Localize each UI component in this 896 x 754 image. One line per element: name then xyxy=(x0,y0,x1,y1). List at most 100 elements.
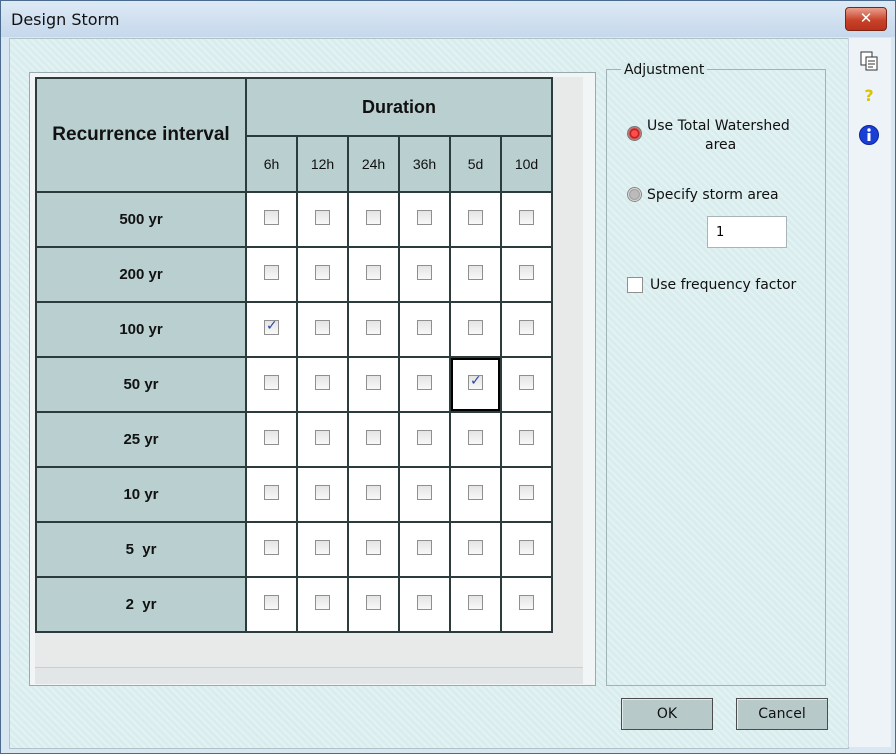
grid-checkbox[interactable] xyxy=(366,375,381,390)
grid-cell[interactable] xyxy=(500,521,553,578)
grid-checkbox[interactable] xyxy=(366,540,381,555)
info-icon[interactable] xyxy=(857,124,881,148)
grid-cell[interactable] xyxy=(500,466,553,523)
grid-checkbox[interactable] xyxy=(366,210,381,225)
grid-checkbox[interactable] xyxy=(468,210,483,225)
grid-checkbox[interactable] xyxy=(315,485,330,500)
grid-cell[interactable] xyxy=(398,356,451,413)
use-frequency-factor-checkbox[interactable] xyxy=(627,277,643,293)
grid-cell[interactable] xyxy=(398,521,451,578)
grid-cell[interactable] xyxy=(296,466,349,523)
grid-checkbox[interactable] xyxy=(264,485,279,500)
use-total-watershed-label-line1[interactable]: Use Total Watershed xyxy=(647,118,790,134)
grid-cell[interactable]: ✓ xyxy=(245,301,298,358)
grid-cell[interactable] xyxy=(398,191,451,248)
grid-checkbox[interactable] xyxy=(519,540,534,555)
grid-checkbox[interactable] xyxy=(417,595,432,610)
grid-checkbox[interactable] xyxy=(315,320,330,335)
use-total-watershed-radio[interactable] xyxy=(627,126,642,141)
grid-cell[interactable] xyxy=(245,411,298,468)
grid-checkbox[interactable] xyxy=(264,595,279,610)
grid-cell[interactable] xyxy=(449,191,502,248)
grid-cell[interactable] xyxy=(296,521,349,578)
grid-checkbox[interactable] xyxy=(315,210,330,225)
grid-cell[interactable] xyxy=(449,576,502,633)
grid-checkbox[interactable] xyxy=(519,320,534,335)
grid-cell[interactable] xyxy=(449,411,502,468)
grid-cell[interactable] xyxy=(347,411,400,468)
grid-checkbox[interactable] xyxy=(315,595,330,610)
grid-cell[interactable] xyxy=(296,301,349,358)
storm-area-input[interactable]: 1 xyxy=(707,216,787,248)
grid-checkbox[interactable] xyxy=(264,375,279,390)
help-icon[interactable]: ? xyxy=(857,84,881,108)
grid-checkbox[interactable] xyxy=(519,210,534,225)
copy-icon[interactable] xyxy=(857,50,881,74)
grid-checkbox[interactable] xyxy=(468,430,483,445)
use-total-watershed-label-line2[interactable]: area xyxy=(705,137,736,153)
grid-checkbox[interactable] xyxy=(417,320,432,335)
grid-checkbox[interactable] xyxy=(417,375,432,390)
grid-checkbox[interactable] xyxy=(519,265,534,280)
grid-checkbox[interactable] xyxy=(468,320,483,335)
grid-checkbox[interactable] xyxy=(315,375,330,390)
grid-checkbox[interactable] xyxy=(366,265,381,280)
grid-cell[interactable] xyxy=(296,356,349,413)
grid-cell[interactable] xyxy=(500,246,553,303)
grid-cell[interactable] xyxy=(500,576,553,633)
grid-cell[interactable] xyxy=(296,576,349,633)
grid-cell[interactable] xyxy=(347,246,400,303)
close-button[interactable]: ✕ xyxy=(845,7,887,31)
grid-cell[interactable] xyxy=(296,411,349,468)
grid-checkbox[interactable] xyxy=(417,485,432,500)
grid-checkbox[interactable] xyxy=(519,375,534,390)
grid-cell[interactable] xyxy=(347,191,400,248)
grid-checkbox[interactable] xyxy=(366,595,381,610)
grid-checkbox[interactable] xyxy=(315,540,330,555)
grid-checkbox[interactable] xyxy=(264,540,279,555)
grid-cell[interactable] xyxy=(500,191,553,248)
grid-cell[interactable] xyxy=(449,466,502,523)
grid-cell[interactable] xyxy=(296,191,349,248)
grid-cell[interactable] xyxy=(398,466,451,523)
grid-cell[interactable] xyxy=(245,191,298,248)
specify-storm-area-label[interactable]: Specify storm area xyxy=(647,187,779,203)
grid-checkbox[interactable] xyxy=(468,265,483,280)
grid-cell[interactable] xyxy=(245,521,298,578)
grid-cell[interactable] xyxy=(347,466,400,523)
grid-checkbox[interactable] xyxy=(366,430,381,445)
grid-cell[interactable] xyxy=(398,301,451,358)
grid-cell[interactable] xyxy=(449,246,502,303)
grid-checkbox[interactable] xyxy=(519,430,534,445)
grid-checkbox[interactable] xyxy=(468,485,483,500)
grid-cell[interactable] xyxy=(245,246,298,303)
grid-cell[interactable]: ✓ xyxy=(449,356,502,413)
grid-cell[interactable] xyxy=(398,411,451,468)
grid-checkbox[interactable] xyxy=(417,210,432,225)
grid-checkbox[interactable] xyxy=(315,265,330,280)
grid-cell[interactable] xyxy=(449,301,502,358)
grid-checkbox[interactable] xyxy=(264,265,279,280)
grid-cell[interactable] xyxy=(245,466,298,523)
grid-checkbox[interactable] xyxy=(264,430,279,445)
grid-cell[interactable] xyxy=(347,576,400,633)
grid-cell[interactable] xyxy=(500,356,553,413)
use-frequency-factor-label[interactable]: Use frequency factor xyxy=(650,277,796,293)
grid-checkbox[interactable]: ✓ xyxy=(468,373,483,390)
grid-cell[interactable] xyxy=(347,521,400,578)
grid-cell[interactable] xyxy=(500,411,553,468)
grid-checkbox[interactable] xyxy=(417,265,432,280)
grid-checkbox[interactable] xyxy=(264,210,279,225)
grid-checkbox[interactable] xyxy=(417,430,432,445)
grid-cell[interactable] xyxy=(449,521,502,578)
grid-checkbox[interactable] xyxy=(366,485,381,500)
grid-cell[interactable] xyxy=(347,301,400,358)
grid-checkbox[interactable] xyxy=(519,595,534,610)
horizontal-scrollbar[interactable] xyxy=(35,667,583,684)
grid-checkbox[interactable] xyxy=(468,540,483,555)
cancel-button[interactable]: Cancel xyxy=(736,698,828,730)
grid-cell[interactable] xyxy=(500,301,553,358)
grid-checkbox[interactable] xyxy=(366,320,381,335)
grid-checkbox[interactable] xyxy=(519,485,534,500)
grid-checkbox[interactable] xyxy=(315,430,330,445)
